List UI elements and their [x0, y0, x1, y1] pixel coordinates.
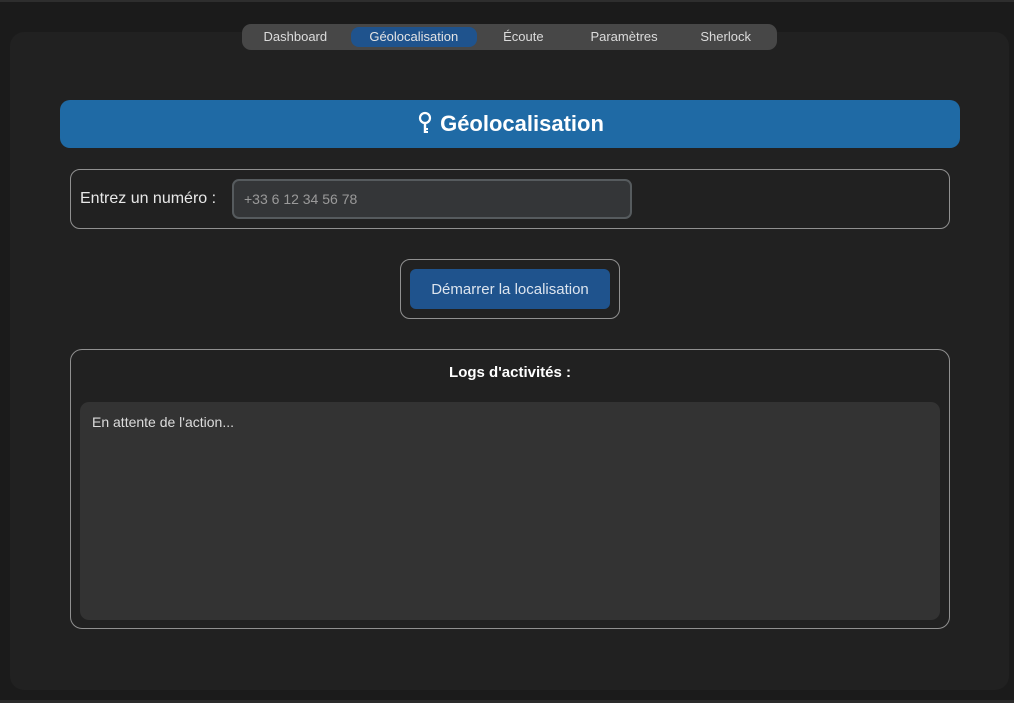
tab-parametres[interactable]: Paramètres	[570, 27, 679, 47]
tab-sherlock[interactable]: Sherlock	[678, 27, 773, 47]
phone-number-input[interactable]	[232, 179, 632, 219]
tab-geolocalisation[interactable]: Géolocalisation	[350, 27, 477, 47]
phone-label: Entrez un numéro :	[80, 190, 217, 207]
logs-textbox[interactable]: En attente de l'action...	[80, 402, 940, 620]
location-pin-icon	[416, 111, 434, 137]
tab-dashboard[interactable]: Dashboard	[246, 27, 345, 47]
phone-input-card: Entrez un numéro :	[70, 169, 950, 229]
logs-card: Logs d'activités : En attente de l'actio…	[70, 349, 950, 629]
tab-bar: Dashboard Géolocalisation Écoute Paramèt…	[242, 24, 777, 50]
start-localisation-button[interactable]: Démarrer la localisation	[410, 269, 610, 309]
page-title: Géolocalisation	[440, 111, 604, 136]
start-button-card: Démarrer la localisation	[400, 259, 620, 319]
tab-ecoute[interactable]: Écoute	[481, 27, 566, 47]
window-top-edge	[0, 0, 1014, 2]
logs-title: Logs d'activités :	[449, 364, 571, 381]
page-title-banner: Géolocalisation	[60, 100, 960, 148]
